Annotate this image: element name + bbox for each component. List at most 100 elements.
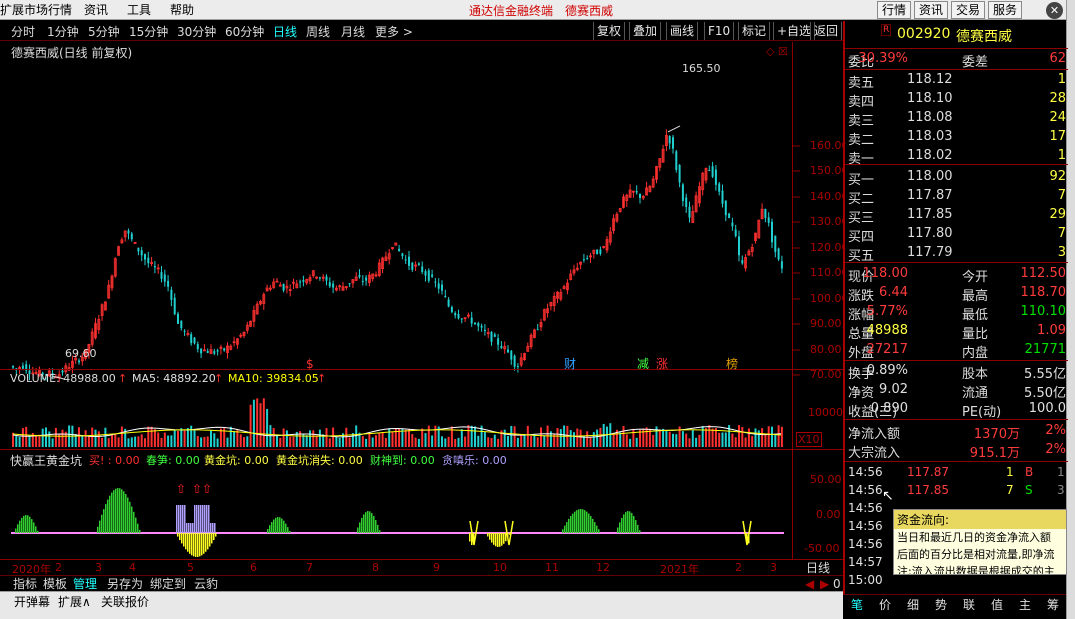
spring-bar: [598, 529, 600, 533]
overlay-button[interactable]: 叠加: [629, 22, 662, 40]
zoom-zero[interactable]: 0: [833, 576, 841, 592]
bid-row[interactable]: 买五 117.79 3: [845, 244, 1068, 264]
volume-bar: [252, 399, 255, 447]
candle-body: [728, 213, 731, 219]
service-button[interactable]: 服务: [988, 1, 1023, 19]
volume-bar: [483, 432, 486, 447]
period-1min[interactable]: 1分钟: [47, 23, 79, 40]
menu-market[interactable]: 扩展市场行情: [0, 2, 72, 18]
period-month[interactable]: 月线: [341, 23, 365, 40]
goldpit-bar: [211, 533, 213, 544]
expand-toggle[interactable]: 扩展∧: [58, 593, 91, 610]
tab-manage[interactable]: 管理: [73, 576, 97, 592]
period-60min[interactable]: 60分钟: [225, 23, 264, 40]
stat-row: 净资 9.02 流通 5.50亿: [848, 382, 1066, 401]
event-marker[interactable]: 减: [637, 355, 649, 372]
event-marker[interactable]: $: [306, 357, 314, 371]
bid-row[interactable]: 买四 117.80 7: [845, 225, 1068, 245]
event-marker[interactable]: 榜: [726, 355, 738, 372]
volume-bar: [503, 429, 506, 447]
quote-tab[interactable]: 联: [963, 596, 975, 613]
trade-button[interactable]: 交易: [951, 1, 986, 19]
spring-bar: [574, 511, 576, 533]
spring-bar: [111, 492, 113, 533]
event-marker[interactable]: 涨: [656, 355, 668, 372]
flow-row[interactable]: 净流入额 1370万 2%: [845, 422, 1068, 442]
ask-row[interactable]: 卖五 118.12 1: [845, 71, 1068, 91]
spring-bar: [621, 517, 623, 533]
volume-bar: [675, 434, 678, 447]
bid-row[interactable]: 买三 117.85 29: [845, 206, 1068, 226]
period-more[interactable]: 更多 >: [375, 23, 413, 40]
f10-button[interactable]: F10: [704, 22, 735, 40]
ask-row[interactable]: 卖一 118.02 1: [845, 147, 1068, 167]
menu-help[interactable]: 帮助: [170, 2, 194, 18]
candle-body: [421, 266, 424, 272]
candle-body: [764, 208, 767, 218]
flow-row[interactable]: 大宗流入 915.1万 2%: [845, 441, 1068, 461]
quote-tab[interactable]: 筹: [1047, 596, 1059, 613]
period-week[interactable]: 周线: [306, 23, 330, 40]
danmu-toggle[interactable]: 开弹幕: [14, 593, 50, 610]
scroll-left-icon[interactable]: ◀: [805, 576, 814, 592]
volume-bar: [520, 434, 523, 447]
volume-bar: [434, 425, 437, 447]
period-15min[interactable]: 15分钟: [129, 23, 168, 40]
quote-tab[interactable]: 主: [1019, 596, 1031, 613]
quote-tab[interactable]: 笔: [851, 596, 863, 613]
add-watchlist-button[interactable]: +自选: [773, 22, 816, 40]
date-axis-label: 2: [735, 561, 742, 574]
candle-body: [450, 307, 453, 313]
goldpit-bar: [195, 533, 197, 557]
bid-row[interactable]: 买一 118.00 92: [845, 168, 1068, 188]
goldpit-bar: [197, 533, 199, 557]
draw-button[interactable]: 画线: [666, 22, 699, 40]
period-tick[interactable]: 分时: [11, 23, 35, 40]
tab-bind[interactable]: 绑定到: [150, 576, 186, 592]
ask-row[interactable]: 卖三 118.08 24: [845, 109, 1068, 129]
quote-button[interactable]: 行情: [877, 1, 912, 19]
collapse-icon[interactable]: ◇ ☒: [766, 45, 788, 58]
date-axis-label: 11: [545, 561, 559, 574]
volume-bar: [120, 426, 123, 447]
fuquan-button[interactable]: 复权: [593, 22, 626, 40]
goldpit-bar: [201, 533, 203, 556]
chart-canvas[interactable]: ⇧ ⇧ ⇧: [0, 42, 843, 575]
quote-tab[interactable]: 势: [935, 596, 947, 613]
scroll-right-icon[interactable]: ▶: [820, 576, 829, 592]
quote-tab[interactable]: 价: [879, 596, 891, 613]
spring-bar: [283, 520, 285, 533]
indicator-name[interactable]: 快赢王黄金坑: [10, 452, 82, 469]
news-button[interactable]: 资讯: [914, 1, 949, 19]
related-quote[interactable]: 关联报价: [101, 593, 149, 610]
stock-code: 002920: [897, 26, 951, 42]
quote-tab[interactable]: 值: [991, 596, 1003, 613]
ask-row[interactable]: 卖二 118.03 17: [845, 128, 1068, 148]
bid-row[interactable]: 买二 117.87 7: [845, 187, 1068, 207]
back-button[interactable]: 返回: [810, 22, 843, 40]
volume-bar: [153, 429, 156, 447]
volume-bar: [81, 435, 84, 447]
volume-bar: [160, 437, 163, 447]
close-icon[interactable]: ✕: [1046, 2, 1063, 19]
volume-bar: [190, 425, 193, 447]
tab-indicator[interactable]: 指标: [13, 576, 37, 592]
tab-saveas[interactable]: 另存为: [107, 576, 143, 592]
tab-yunbao[interactable]: 云豹: [194, 576, 218, 592]
goldpit-bar: [209, 533, 211, 547]
spring-bar: [568, 518, 570, 533]
menu-tools[interactable]: 工具: [127, 2, 151, 18]
event-marker[interactable]: 财: [564, 355, 576, 372]
volume-bar: [305, 435, 308, 447]
ask-row[interactable]: 卖四 118.10 28: [845, 90, 1068, 110]
candle-body: [200, 348, 203, 354]
period-30min[interactable]: 30分钟: [177, 23, 216, 40]
mark-button[interactable]: 标记: [738, 22, 771, 40]
quote-tab[interactable]: 细: [907, 596, 919, 613]
menu-news[interactable]: 资讯: [84, 2, 108, 18]
period-5min[interactable]: 5分钟: [88, 23, 120, 40]
candle-body: [714, 169, 717, 185]
period-day[interactable]: 日线: [273, 23, 297, 40]
tab-template[interactable]: 模板: [43, 576, 67, 592]
volume-bar: [599, 427, 602, 447]
